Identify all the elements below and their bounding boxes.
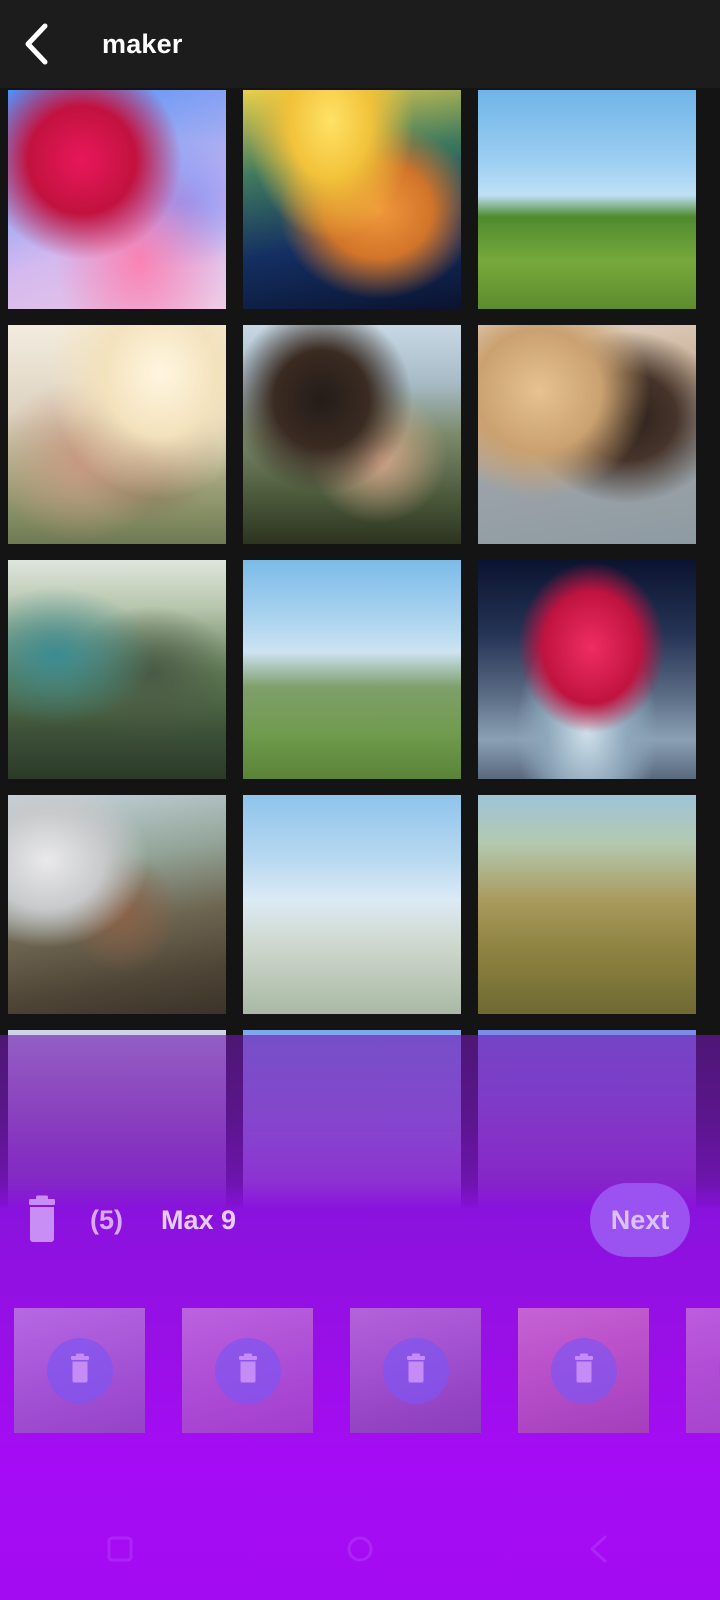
next-button[interactable]: Next [590,1183,690,1257]
thumbnail-tint [686,1308,720,1433]
back-triangle-icon[interactable] [583,1532,617,1571]
photo-cell[interactable] [243,560,461,779]
photo-cell[interactable] [243,90,461,309]
trash-icon[interactable] [20,1194,64,1246]
selected-thumbnail[interactable] [686,1308,720,1433]
photo-thumbnail [478,795,696,1014]
selected-count: (5) [90,1204,123,1235]
selected-thumbnail[interactable] [182,1308,313,1433]
remove-thumbnail-button[interactable] [46,1337,113,1404]
photo-thumbnail [8,325,226,544]
photo-cell[interactable] [243,325,461,544]
selected-thumbnail[interactable] [14,1308,145,1433]
photo-cell[interactable] [478,325,696,544]
photo-cell[interactable] [478,560,696,779]
photo-thumbnail [243,560,461,779]
app-header: maker [0,0,720,88]
photo-cell[interactable] [243,795,461,1014]
photo-cell[interactable] [8,325,226,544]
photo-cell[interactable] [8,795,226,1014]
remove-thumbnail-button[interactable] [550,1337,617,1404]
photo-thumbnail [243,795,461,1014]
photo-cell[interactable] [8,560,226,779]
remove-thumbnail-button[interactable] [382,1337,449,1404]
page-title: maker [102,28,183,59]
photo-thumbnail [478,325,696,544]
trash-icon [234,1352,262,1389]
system-navigation-bar [0,1502,720,1600]
photo-thumbnail [8,560,226,779]
photo-cell[interactable] [478,90,696,309]
photo-thumbnail [243,325,461,544]
selected-thumbnail[interactable] [518,1308,649,1433]
selected-thumbnails-strip[interactable] [14,1308,720,1433]
back-button[interactable] [0,0,72,88]
trash-icon [402,1352,430,1389]
photo-thumbnail [243,90,461,309]
photo-thumbnail [8,90,226,309]
app-screen: maker (5) Max 9 Next [0,0,720,1600]
remove-thumbnail-button[interactable] [214,1337,281,1404]
photo-cell[interactable] [478,795,696,1014]
max-label: Max 9 [161,1204,237,1235]
chevron-left-icon [21,22,51,66]
selected-thumbnail[interactable] [350,1308,481,1433]
action-bar: (5) Max 9 Next [0,1165,720,1275]
photo-thumbnail [478,560,696,779]
photo-thumbnail [8,795,226,1014]
trash-icon [66,1352,94,1389]
photo-cell[interactable] [8,90,226,309]
recents-square-icon[interactable] [103,1532,137,1571]
trash-icon [570,1352,598,1389]
photo-thumbnail [478,90,696,309]
home-circle-icon[interactable] [343,1532,377,1571]
